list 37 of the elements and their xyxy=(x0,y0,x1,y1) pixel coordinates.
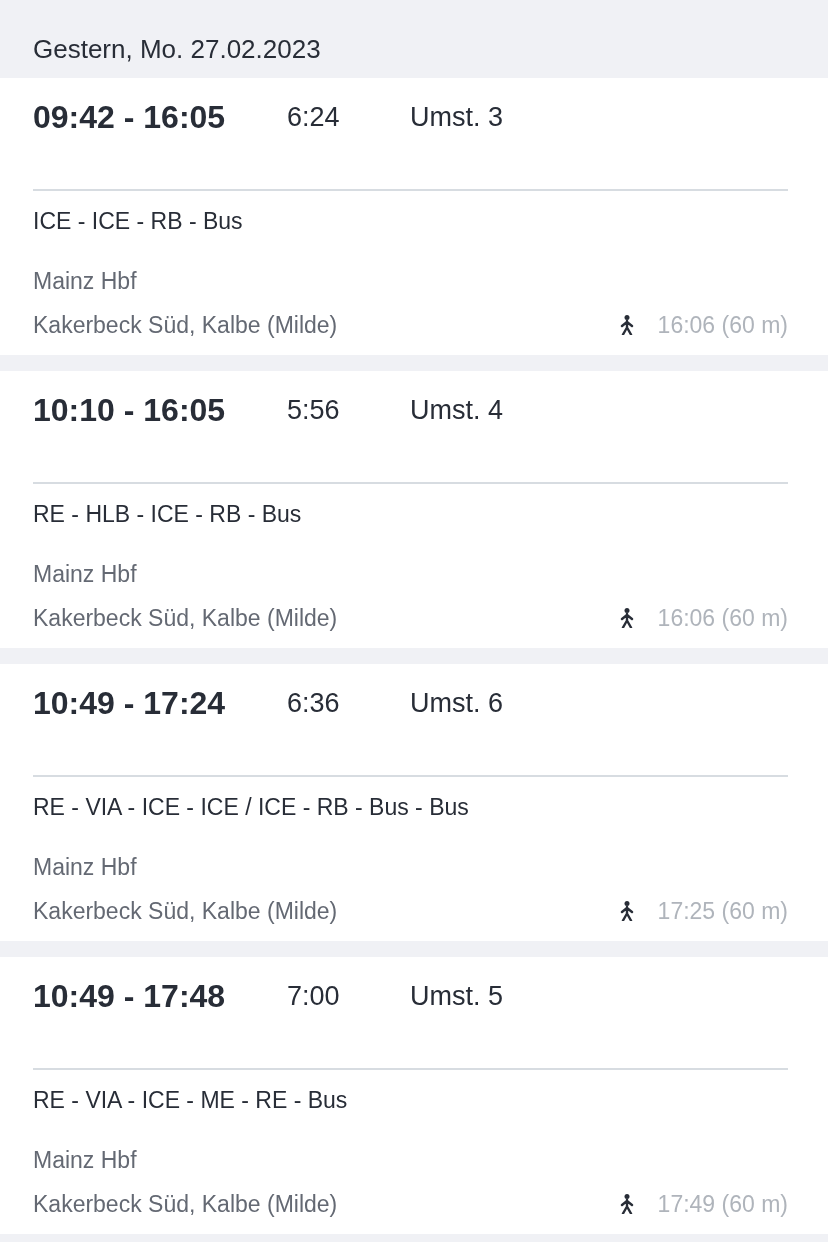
origin-station: Mainz Hbf xyxy=(33,1146,138,1175)
destination-station: Kakerbeck Süd, Kalbe (Milde) xyxy=(33,1190,338,1219)
walk-arrival-time: 16:06 (60 m) xyxy=(657,604,788,633)
origin-station: Mainz Hbf xyxy=(33,853,138,882)
connection-card[interactable]: 10:49 - 17:48 7:00 Umst. 5 RE - VIA - ICE - ME - RE - Bus Mainz Hbf Kakerbeck Süd, Kalbe (Milde) 17:49 (60 m) xyxy=(0,957,828,1234)
travel-duration: 7:00 xyxy=(287,980,341,1013)
travel-duration: 5:56 xyxy=(287,394,341,427)
connection-card[interactable]: 09:42 - 16:05 6:24 Umst. 3 ICE - ICE - RB - Bus Mainz Hbf Kakerbeck Süd, Kalbe (Milde) 16:06 (60 m) xyxy=(0,78,828,355)
departure-arrival-times: 10:10 - 16:05 xyxy=(33,391,227,430)
transfer-count: Umst. 5 xyxy=(410,980,503,1013)
departure-arrival-times: 09:42 - 16:05 xyxy=(33,98,227,137)
train-products: RE - VIA - ICE - ME - RE - Bus xyxy=(33,1086,349,1115)
date-header: Gestern, Mo. 27.02.2023 xyxy=(33,33,321,66)
departure-arrival-times: 10:49 - 17:48 xyxy=(33,977,227,1016)
walk-arrival-time: 17:25 (60 m) xyxy=(657,897,788,926)
walking-person-icon xyxy=(619,1194,634,1214)
origin-station: Mainz Hbf xyxy=(33,267,138,296)
walking-person-icon xyxy=(619,315,634,335)
destination-station: Kakerbeck Süd, Kalbe (Milde) xyxy=(33,604,338,633)
travel-duration: 6:36 xyxy=(287,687,341,720)
connection-card[interactable]: 10:10 - 16:05 5:56 Umst. 4 RE - HLB - ICE - RB - Bus Mainz Hbf Kakerbeck Süd, Kalbe (Milde) 16:06 (60 m) xyxy=(0,371,828,648)
connection-card[interactable]: 10:49 - 17:24 6:36 Umst. 6 RE - VIA - ICE - ICE / ICE - RB - Bus - Bus Mainz Hbf Kakerbeck Süd, Kalbe (Milde) 17:25 (60 m) xyxy=(0,664,828,941)
train-products: RE - HLB - ICE - RB - Bus xyxy=(33,500,303,529)
transfer-count: Umst. 4 xyxy=(410,394,503,427)
walking-person-icon xyxy=(619,608,634,628)
transfer-count: Umst. 6 xyxy=(410,687,503,720)
destination-station: Kakerbeck Süd, Kalbe (Milde) xyxy=(33,897,338,926)
departure-arrival-times: 10:49 - 17:24 xyxy=(33,684,227,723)
transfer-count: Umst. 3 xyxy=(410,101,503,134)
travel-duration: 6:24 xyxy=(287,101,341,134)
destination-station: Kakerbeck Süd, Kalbe (Milde) xyxy=(33,311,338,340)
walk-arrival-time: 17:49 (60 m) xyxy=(657,1190,788,1219)
walk-arrival-time: 16:06 (60 m) xyxy=(657,311,788,340)
walking-person-icon xyxy=(619,901,634,921)
train-products: ICE - ICE - RB - Bus xyxy=(33,207,244,236)
train-products: RE - VIA - ICE - ICE / ICE - RB - Bus - Bus xyxy=(33,793,470,822)
origin-station: Mainz Hbf xyxy=(33,560,138,589)
